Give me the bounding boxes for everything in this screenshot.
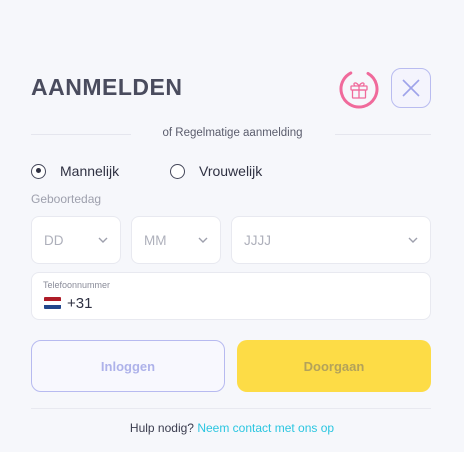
close-icon <box>402 79 420 97</box>
contact-link[interactable]: Neem contact met ons op <box>197 421 334 435</box>
phone-country-code: +31 <box>67 295 93 312</box>
netherlands-flag-icon[interactable] <box>44 297 61 309</box>
bonus-gift-button[interactable] <box>339 69 379 109</box>
birth-day-select[interactable]: DD <box>31 216 121 264</box>
gender-label-male: Mannelijk <box>60 163 120 179</box>
help-footer: Hulp nodig? Neem contact met ons op <box>0 421 464 435</box>
chevron-down-icon <box>98 237 108 243</box>
gender-label-female: Vrouwelijk <box>199 163 263 179</box>
birth-day-value: DD <box>44 232 64 248</box>
gift-icon <box>339 69 379 109</box>
gender-radio-female[interactable]: Vrouwelijk <box>170 162 262 180</box>
phone-field[interactable]: Telefoonnummer +31 <box>31 272 431 320</box>
chevron-down-icon <box>408 237 418 243</box>
radio-checked-icon <box>31 163 46 179</box>
continue-button[interactable]: Doorgaan <box>237 340 431 392</box>
birth-year-value: JJJJ <box>244 232 271 248</box>
divider-text: of Regelmatige aanmelding <box>162 127 303 139</box>
page-title: AANMELDEN <box>31 74 183 100</box>
birth-year-select[interactable]: JJJJ <box>231 216 431 264</box>
phone-label: Telefoonnummer <box>43 280 111 290</box>
registration-modal: AANMELDEN of Regelmatige aanmelding Mann… <box>0 0 464 452</box>
help-text: Hulp nodig? <box>129 421 194 435</box>
chevron-down-icon <box>198 237 208 243</box>
birth-month-select[interactable]: MM <box>131 216 221 264</box>
close-button[interactable] <box>391 68 431 108</box>
radio-unchecked-icon <box>170 163 185 179</box>
footer-divider <box>31 408 431 409</box>
login-button[interactable]: Inloggen <box>31 340 225 392</box>
birth-month-value: MM <box>144 232 167 248</box>
gender-radio-male[interactable]: Mannelijk <box>31 162 119 180</box>
birthdate-label: Geboortedag <box>31 192 102 206</box>
